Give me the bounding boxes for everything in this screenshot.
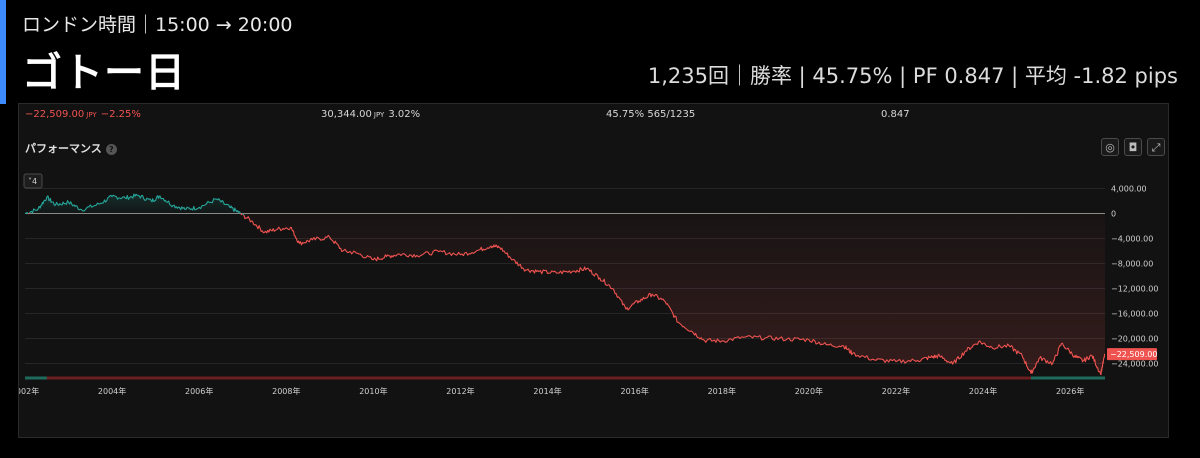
x-tick-label: 2002年 <box>19 386 39 396</box>
x-tick-label: 2012年 <box>446 386 474 396</box>
summary-stats: 1,235回｜勝率 | 45.75% | PF 0.847 | 平均 -1.82… <box>647 64 1178 88</box>
camera-icon: ◘ <box>1128 141 1138 154</box>
range-strip <box>25 376 1105 380</box>
expand-icon: ⤢ <box>1151 141 1161 154</box>
gross-profit-value: 30,344.00 <box>321 109 372 120</box>
x-tick-label: 2014年 <box>533 386 561 396</box>
x-tick-label: 2004年 <box>98 386 126 396</box>
net-profit-stat: −22,509.00 JPY −2.25% <box>25 109 141 120</box>
y-tick-label: −20,000.00 <box>1111 335 1158 344</box>
last-value-label: −22,509.00 <box>1110 350 1157 359</box>
range-strip-end <box>1030 376 1105 380</box>
profit-factor-stat: 0.847 <box>881 109 910 120</box>
gross-profit-currency: JPY <box>373 111 385 119</box>
performance-title: パフォーマンス? <box>25 140 117 156</box>
question-circle-icon[interactable]: ? <box>105 143 117 155</box>
equity-area <box>243 213 1106 375</box>
y-tick-label: −12,000.00 <box>1111 285 1158 294</box>
y-tick-label: −16,000.00 <box>1111 310 1158 319</box>
settings-button[interactable]: ◎ <box>1101 138 1119 156</box>
win-rate-value: 45.75% <box>606 109 645 120</box>
gross-profit-percent: 3.02% <box>388 109 421 120</box>
x-tick-label: 2008年 <box>272 386 300 396</box>
session-label: ロンドン時間｜15:00 → 20:00 <box>22 14 293 36</box>
y-tick-label: 4,000.00 <box>1111 185 1147 194</box>
x-tick-label: 2010年 <box>359 386 387 396</box>
net-profit-percent: −2.25% <box>100 109 141 120</box>
x-tick-label: 2026年 <box>1056 386 1084 396</box>
settings-icon: ◎ <box>1105 141 1115 154</box>
page-title: ゴトー日 <box>22 50 186 96</box>
performance-panel: −22,509.00 JPY −2.25% 30,344.00 JPY 3.02% 45… <box>18 103 1169 438</box>
x-tick-label: 2020年 <box>795 386 823 396</box>
expand-button[interactable]: ⤢ <box>1147 138 1165 156</box>
zoom-label: ˅4 <box>28 177 37 186</box>
equity-chart[interactable]: 4,000.00 0 −4,000.00 −8,000.00 −12,000.00 −16… <box>19 164 1168 434</box>
x-tick-label: 2018年 <box>708 386 736 396</box>
x-tick-label: 2006年 <box>185 386 213 396</box>
x-tick-label: 2022年 <box>882 386 910 396</box>
gross-profit-stat: 30,344.00 JPY 3.02% <box>321 109 420 120</box>
win-ratio-value: 565/1235 <box>647 109 696 120</box>
screenshot-button[interactable]: ◘ <box>1124 138 1142 156</box>
performance-title-label: パフォーマンス <box>25 142 102 155</box>
accent-bar <box>0 0 6 104</box>
y-tick-label: −8,000.00 <box>1111 260 1153 269</box>
x-tick-label: 2016年 <box>620 386 648 396</box>
net-profit-value: −22,509.00 <box>25 109 85 120</box>
equity-line <box>27 212 30 215</box>
y-tick-label: −4,000.00 <box>1111 235 1153 244</box>
range-strip-start <box>25 376 47 380</box>
win-rate-stat: 45.75% 565/1235 <box>606 109 695 120</box>
net-profit-currency: JPY <box>86 111 97 119</box>
x-tick-label: 2024年 <box>969 386 997 396</box>
y-tick-label: −24,000.00 <box>1111 360 1158 369</box>
y-tick-label: 0 <box>1111 210 1116 219</box>
equity-area <box>29 194 241 214</box>
